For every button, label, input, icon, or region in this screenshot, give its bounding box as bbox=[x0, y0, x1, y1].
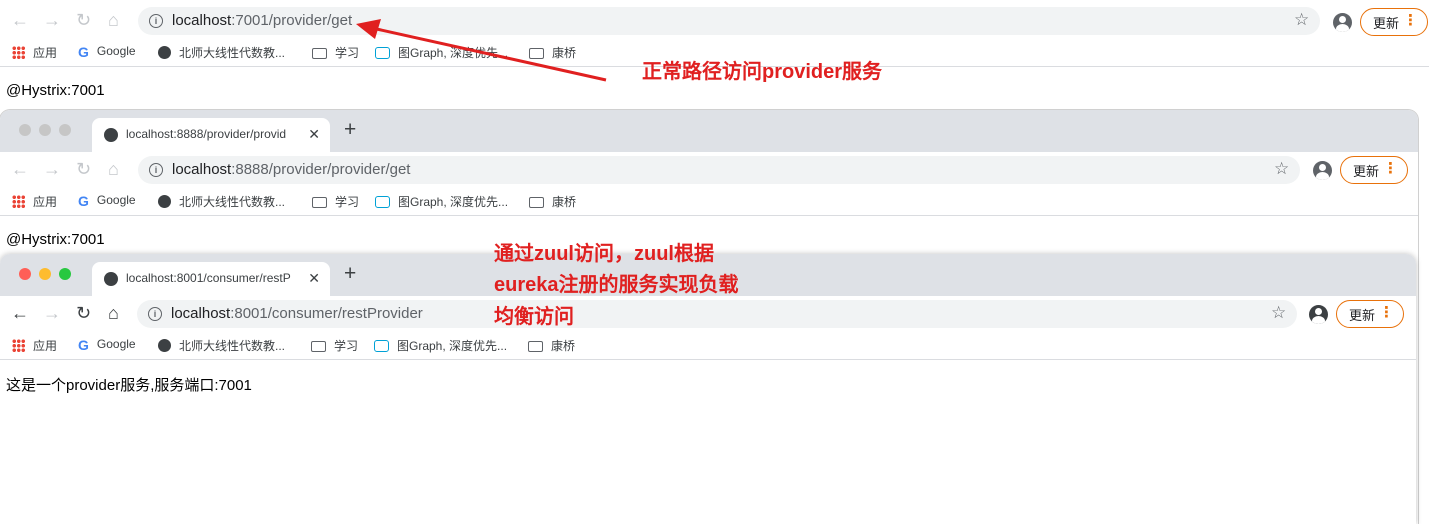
annotation-arrow-line bbox=[371, 26, 607, 82]
annotation-zuul-line2: eureka注册的服务实现负载 bbox=[494, 274, 739, 296]
annotation-arrow-head bbox=[356, 19, 381, 39]
annotation-zuul-line1: 通过zuul访问，zuul根据 bbox=[494, 243, 714, 265]
annotation-zuul-line3: 均衡访问 bbox=[494, 306, 574, 328]
annotation-normal-path: 正常路径访问provider服务 bbox=[642, 61, 883, 83]
